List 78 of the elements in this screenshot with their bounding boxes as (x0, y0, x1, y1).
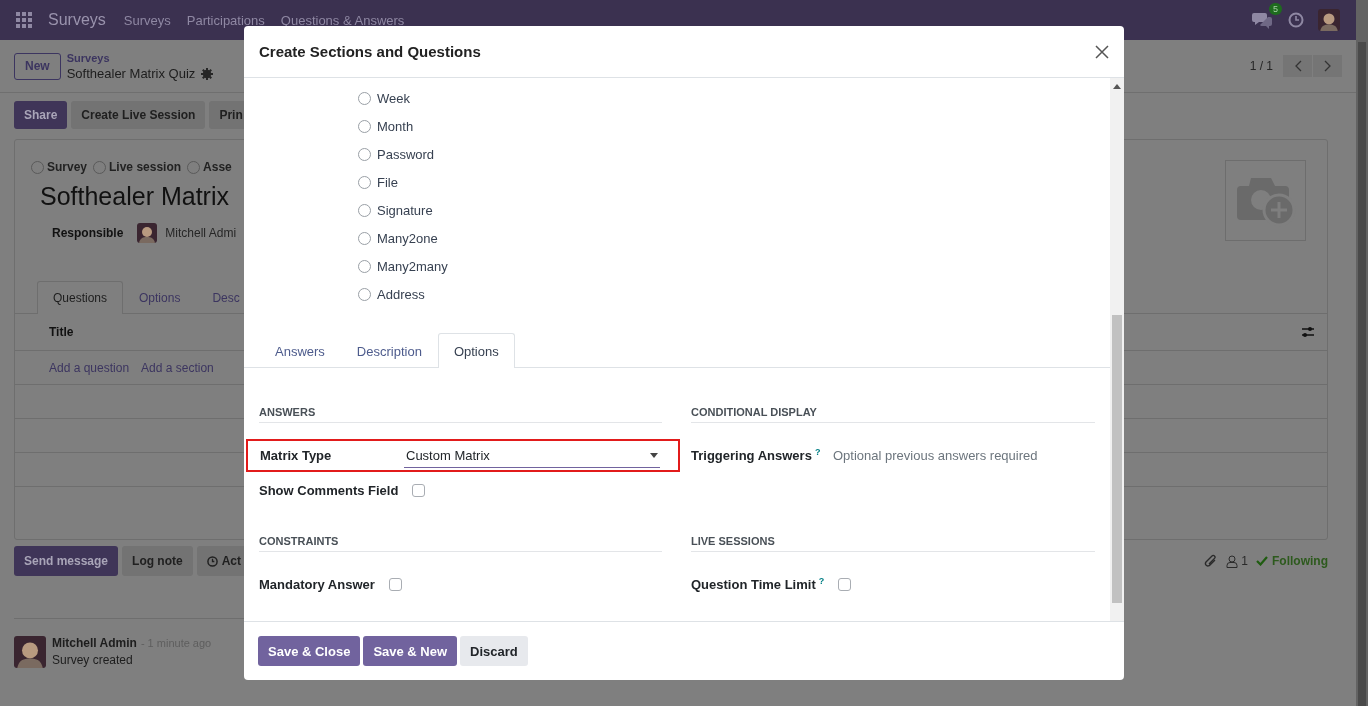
check-icon (1256, 556, 1268, 566)
chat-icon[interactable] (1252, 11, 1272, 29)
add-link[interactable]: Add a question (49, 360, 130, 375)
radio-label: Password (377, 146, 435, 162)
tab[interactable]: Options (123, 281, 197, 314)
radio-label: Signature (377, 202, 433, 218)
column-header: Title (49, 325, 74, 339)
radio-label: Asse (203, 160, 232, 174)
field-label: Question Time Limit $^{?}$ (691, 576, 825, 593)
tab[interactable]: Description (340, 333, 438, 368)
radio-label: Address (377, 286, 425, 302)
avatar (137, 223, 158, 243)
clock-icon (206, 555, 218, 567)
section-title: CONDITIONAL DISPLAY (691, 406, 1095, 423)
section-title: CONSTRAINTS (259, 535, 662, 552)
arrow-up-icon[interactable] (1113, 84, 1121, 89)
close-button[interactable] (1093, 42, 1111, 61)
pager-text: 1 / 1 (1249, 59, 1273, 73)
record-name: Softhealer Matrix Quiz (66, 66, 196, 81)
dialog-button[interactable]: Save & New (363, 636, 458, 666)
user-icon (1226, 554, 1239, 568)
field-label: Responsible (52, 226, 124, 240)
tab[interactable]: Answers (259, 333, 341, 368)
gear-icon[interactable] (201, 67, 214, 80)
radio-label: Many2many (377, 258, 448, 274)
checkbox[interactable] (412, 484, 426, 497)
following-button[interactable]: Following (1272, 554, 1328, 568)
radio-label: Many2one (377, 230, 438, 246)
menu-item[interactable]: Participations (186, 12, 265, 28)
add-link[interactable]: Add a section (141, 360, 214, 375)
tab[interactable]: Questions (37, 281, 124, 314)
checkbox[interactable] (388, 578, 402, 591)
paperclip-icon[interactable] (1204, 553, 1219, 569)
previous-button[interactable] (1283, 55, 1312, 77)
clock-icon[interactable] (1288, 12, 1304, 28)
avatar (14, 636, 46, 668)
radio-label: Week (377, 90, 410, 106)
new-button[interactable]: New (14, 52, 61, 80)
checkbox[interactable] (838, 578, 852, 591)
dialog-button[interactable]: Save & Close (258, 636, 361, 666)
dialog-button[interactable]: Discard (460, 636, 528, 666)
section-title: ANSWERS (259, 406, 662, 423)
caret-icon (650, 452, 658, 458)
tab[interactable]: Desc (196, 281, 256, 314)
field-label: Show Comments Field (259, 483, 399, 498)
menu-item[interactable]: Questions & Answers (280, 12, 405, 28)
tags-field[interactable]: Optional previous answers required (833, 448, 1038, 463)
chevron-right-icon (1323, 60, 1332, 72)
notification-badge: 5 (1269, 3, 1282, 15)
avatar (1318, 9, 1340, 31)
message-author: Mitchell Admin (52, 636, 137, 650)
apps-icon[interactable] (16, 12, 32, 28)
radio-label: Survey (47, 160, 88, 174)
action-button[interactable]: Share (14, 101, 68, 129)
next-button[interactable] (1313, 55, 1342, 77)
field-label: Mandatory Answer (259, 577, 375, 592)
chevron-left-icon (1293, 60, 1302, 72)
responsible-name[interactable]: Mitchell Admi (165, 226, 237, 240)
follower-count[interactable]: 1 (1241, 554, 1248, 568)
radio-label: Month (377, 118, 414, 134)
chatter-button[interactable]: Send message (14, 546, 119, 576)
app-title[interactable]: Surveys (48, 11, 106, 29)
dialog-title: Create Sections and Questions (259, 43, 481, 60)
section-title: LIVE SESSIONS (691, 535, 1095, 552)
select-field[interactable]: Custom Matrix (404, 443, 660, 468)
menu-item[interactable]: Surveys (123, 12, 171, 28)
breadcrumb-link[interactable]: Surveys (66, 51, 214, 66)
message-text: Survey created (52, 653, 134, 667)
field-label: Matrix Type (260, 448, 333, 463)
settings-icon[interactable] (1301, 326, 1315, 338)
chatter-button[interactable]: Log note (122, 546, 193, 576)
action-button[interactable]: Create Live Session (71, 101, 206, 129)
scrollbar[interactable] (1356, 0, 1368, 706)
scrollbar[interactable] (1110, 78, 1124, 621)
field-label: Triggering Answers $^{?}$ (691, 447, 822, 464)
radio-label: File (377, 174, 398, 190)
tab[interactable]: Options (437, 333, 515, 368)
radio-label: Live session (109, 160, 182, 174)
